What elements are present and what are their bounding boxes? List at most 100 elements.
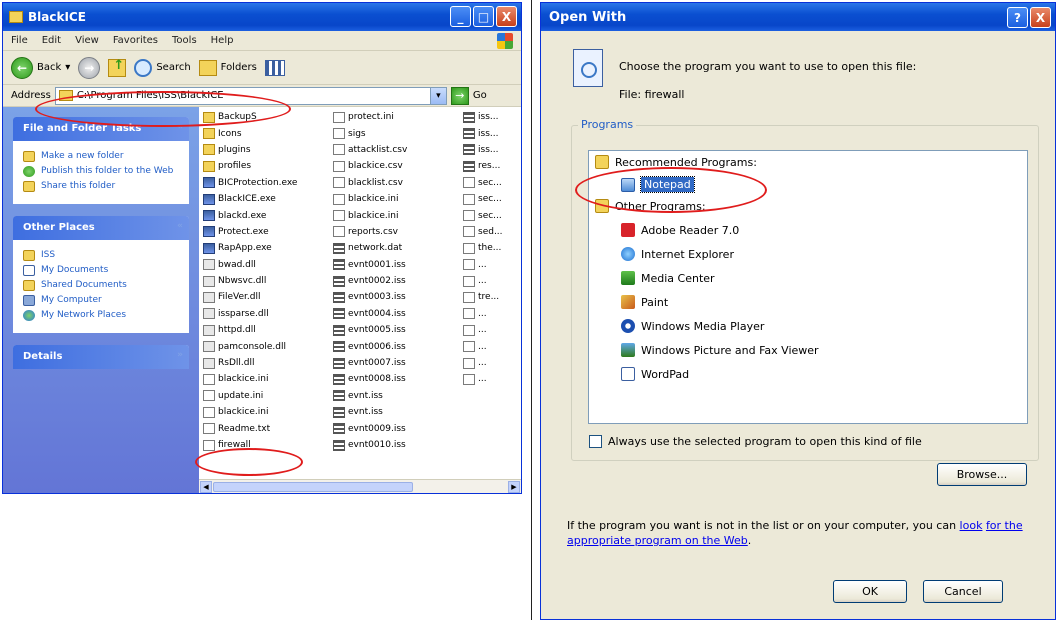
program-media-center[interactable]: Media Center [621, 271, 715, 285]
folders-button[interactable]: Folders [198, 59, 257, 76]
file-item[interactable]: evnt.iss [333, 404, 407, 420]
file-item[interactable]: attacklist.csv [333, 142, 407, 158]
menu-tools[interactable]: Tools [172, 35, 197, 46]
browse-button[interactable]: Browse... [937, 463, 1027, 486]
cancel-button[interactable]: Cancel [923, 580, 1003, 603]
close-button[interactable]: X [496, 6, 517, 27]
file-item[interactable]: ... [463, 273, 503, 289]
file-item[interactable]: blackice.ini [333, 191, 407, 207]
close-button[interactable]: X [1030, 7, 1051, 28]
task-share-folder[interactable]: Share this folder [23, 181, 179, 192]
pane-header[interactable]: Details » [13, 345, 189, 369]
file-item[interactable]: evnt0004.iss [333, 306, 407, 322]
file-item[interactable]: protect.ini [333, 109, 407, 125]
file-item[interactable]: Readme.txt [203, 420, 297, 436]
file-item[interactable]: iss... [463, 109, 503, 125]
file-item[interactable]: blackd.exe [203, 207, 297, 223]
task-publish-web[interactable]: Publish this folder to the Web [23, 166, 179, 177]
minimize-button[interactable]: _ [450, 6, 471, 27]
search-button[interactable]: Search [134, 58, 191, 77]
file-item[interactable]: BackupS [203, 109, 297, 125]
program-paint[interactable]: Paint [621, 295, 668, 309]
file-item[interactable]: sigs [333, 125, 407, 141]
place-shared-documents[interactable]: Shared Documents [23, 280, 179, 291]
address-field[interactable]: C:\Program Files\ISS\BlackICE ▾ [54, 86, 447, 105]
file-item[interactable]: evnt.iss [333, 388, 407, 404]
file-item[interactable]: sec... [463, 207, 503, 223]
go-button[interactable]: → [450, 86, 469, 105]
scroll-right-icon[interactable]: ▶ [508, 481, 520, 493]
file-item[interactable]: profiles [203, 158, 297, 174]
file-item[interactable]: network.dat [333, 240, 407, 256]
place-network[interactable]: My Network Places [23, 310, 179, 321]
help-button[interactable]: ? [1007, 7, 1028, 28]
always-use-checkbox[interactable]: Always use the selected program to open … [589, 435, 922, 448]
file-item[interactable]: blackice.ini [203, 404, 297, 420]
file-item[interactable]: evnt0005.iss [333, 322, 407, 338]
file-item[interactable]: Protect.exe [203, 224, 297, 240]
file-item[interactable]: issparse.dll [203, 306, 297, 322]
explorer-titlebar[interactable]: BlackICE _ □ X [3, 3, 521, 31]
file-item[interactable]: res... [463, 158, 503, 174]
file-item[interactable]: evnt0002.iss [333, 273, 407, 289]
file-item[interactable]: blackice.ini [203, 371, 297, 387]
menu-favorites[interactable]: Favorites [113, 35, 158, 46]
file-item[interactable]: ... [463, 306, 503, 322]
checkbox-box[interactable] [589, 435, 602, 448]
file-item[interactable]: evnt0007.iss [333, 355, 407, 371]
file-item[interactable]: evnt0006.iss [333, 338, 407, 354]
file-item[interactable]: evnt0003.iss [333, 289, 407, 305]
other-header[interactable]: Other Programs: [595, 199, 706, 213]
place-my-computer[interactable]: My Computer [23, 295, 179, 306]
place-my-documents[interactable]: My Documents [23, 265, 179, 276]
file-item[interactable]: bwad.dll [203, 257, 297, 273]
expand-chevron-icon[interactable]: » [177, 350, 183, 360]
web-link[interactable]: look [960, 519, 983, 532]
file-item[interactable]: RsDll.dll [203, 355, 297, 371]
programs-list[interactable]: Recommended Programs: Notepad Other Prog… [588, 150, 1028, 424]
file-item[interactable]: plugins [203, 142, 297, 158]
collapse-chevron-icon[interactable]: « [177, 221, 183, 231]
horizontal-scrollbar[interactable]: ◀ ▶ [199, 479, 521, 493]
program-wordpad[interactable]: WordPad [621, 367, 689, 381]
task-make-folder[interactable]: Make a new folder [23, 151, 179, 162]
address-dropdown-icon[interactable]: ▾ [429, 87, 446, 104]
recommended-header[interactable]: Recommended Programs: [595, 155, 757, 169]
file-item[interactable]: iss... [463, 142, 503, 158]
program-windows-media-player[interactable]: Windows Media Player [621, 319, 764, 333]
menu-view[interactable]: View [75, 35, 99, 46]
file-item[interactable]: ... [463, 338, 503, 354]
file-item[interactable]: evnt0009.iss [333, 420, 407, 436]
go-label[interactable]: Go [473, 90, 487, 101]
forward-button[interactable]: → [78, 56, 101, 79]
file-item[interactable]: sed... [463, 224, 503, 240]
menu-file[interactable]: File [11, 35, 28, 46]
back-button[interactable]: ← Back ▾ [11, 56, 70, 79]
file-item[interactable]: the... [463, 240, 503, 256]
dialog-titlebar[interactable]: Open With ? X [541, 3, 1055, 31]
file-item[interactable]: httpd.dll [203, 322, 297, 338]
file-item[interactable]: Icons [203, 125, 297, 141]
file-item[interactable]: BlackICE.exe [203, 191, 297, 207]
pane-header[interactable]: File and Folder Tasks « [13, 117, 189, 141]
file-item[interactable]: tre... [463, 289, 503, 305]
up-folder-icon[interactable] [108, 58, 127, 77]
program-picture-fax-viewer[interactable]: Windows Picture and Fax Viewer [621, 343, 819, 357]
file-item[interactable]: update.ini [203, 388, 297, 404]
file-item[interactable]: evnt0001.iss [333, 257, 407, 273]
file-item[interactable]: FileVer.dll [203, 289, 297, 305]
file-item[interactable]: RapApp.exe [203, 240, 297, 256]
scroll-thumb[interactable] [213, 482, 413, 492]
pane-header[interactable]: Other Places « [13, 216, 189, 240]
file-item[interactable]: reports.csv [333, 224, 407, 240]
file-item[interactable]: ... [463, 371, 503, 387]
program-adobe-reader[interactable]: Adobe Reader 7.0 [621, 223, 739, 237]
file-item[interactable]: blacklist.csv [333, 175, 407, 191]
file-item[interactable]: Nbwsvc.dll [203, 273, 297, 289]
file-item[interactable]: ... [463, 322, 503, 338]
file-item[interactable]: iss... [463, 125, 503, 141]
place-iss[interactable]: ISS [23, 250, 179, 261]
file-item[interactable]: firewall [203, 437, 297, 453]
file-item[interactable]: sec... [463, 191, 503, 207]
file-item[interactable]: ... [463, 355, 503, 371]
